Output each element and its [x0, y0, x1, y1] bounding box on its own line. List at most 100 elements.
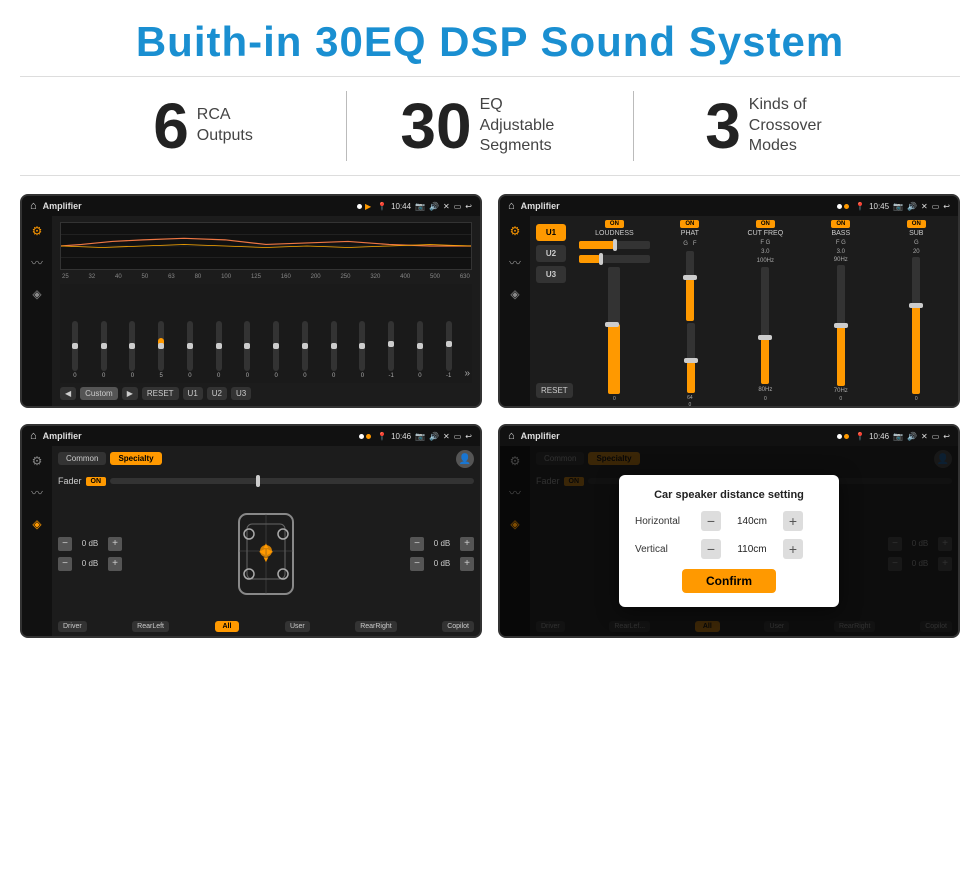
dialog-vertical-row: Vertical − 110cm +	[635, 539, 823, 559]
freq-32: 32	[89, 274, 96, 280]
freq-200: 200	[311, 274, 321, 280]
preset-reset[interactable]: RESET	[536, 383, 573, 398]
dialog-horizontal-minus[interactable]: −	[701, 511, 721, 531]
dialog-vertical-plus[interactable]: +	[783, 539, 803, 559]
sp1-rearleft-btn[interactable]: RearLeft	[132, 621, 169, 632]
sp1-rt-minus[interactable]: −	[410, 537, 424, 551]
sp1-all-btn[interactable]: All	[215, 621, 240, 632]
sp1-avatar[interactable]: 👤	[456, 450, 474, 468]
home-icon-sp2[interactable]: ⌂	[508, 430, 515, 442]
sp1-rb-minus[interactable]: −	[410, 557, 424, 571]
home-icon-crossover[interactable]: ⌂	[508, 200, 515, 212]
back-icon-sp2[interactable]: ↩	[943, 432, 950, 441]
preset-u1[interactable]: U1	[536, 224, 566, 241]
dialog-horizontal-plus[interactable]: +	[783, 511, 803, 531]
sp1-rearright-btn[interactable]: RearRight	[355, 621, 397, 632]
stat-crossover: 3 Kinds ofCrossover Modes	[634, 94, 920, 158]
eq-u1-btn[interactable]: U1	[183, 387, 203, 400]
slider-12[interactable]: 0	[407, 321, 433, 379]
freq-125: 125	[251, 274, 261, 280]
sp1-tab-common[interactable]: Common	[58, 452, 106, 465]
sp1-lb-minus[interactable]: −	[58, 557, 72, 571]
appname-sp1: Amplifier	[43, 431, 353, 441]
eq-custom-btn[interactable]: Custom	[80, 387, 118, 400]
sp1-rt-plus[interactable]: +	[460, 537, 474, 551]
slider-7[interactable]: 0	[263, 321, 289, 379]
toggle-bass[interactable]: ON	[831, 220, 850, 228]
slider-11[interactable]: -1	[378, 321, 404, 379]
v-track-g[interactable]	[686, 251, 694, 321]
val-bass-0: 0	[839, 396, 842, 402]
slider-1[interactable]: 0	[91, 321, 117, 379]
eq-next-btn[interactable]: ▶	[122, 387, 138, 400]
preset-u3[interactable]: U3	[536, 266, 566, 283]
h-slider-loudness[interactable]	[579, 241, 650, 249]
sp1-user-btn[interactable]: User	[285, 621, 310, 632]
toggle-sub[interactable]: ON	[907, 220, 926, 228]
sp1-sidebar-speaker[interactable]: ◈	[32, 517, 41, 531]
slider-6[interactable]: 0	[235, 321, 261, 379]
close-icon: ✕	[443, 202, 450, 211]
expand-icon-eq[interactable]: »	[465, 368, 471, 379]
slider-0[interactable]: 0	[62, 321, 88, 379]
back-icon-sp1[interactable]: ↩	[465, 432, 472, 441]
slider-2[interactable]: 0	[120, 321, 146, 379]
cross-sidebar-wave[interactable]: 〰	[509, 254, 521, 271]
pin-icon-sp1: 📍	[377, 432, 387, 441]
freq-630: 630	[460, 274, 470, 280]
h-slider-loudness2[interactable]	[579, 255, 650, 263]
freq-100: 100	[221, 274, 231, 280]
eq-sidebar-speaker[interactable]: ◈	[32, 287, 41, 301]
slider-5[interactable]: 0	[206, 321, 232, 379]
sp1-lt-plus[interactable]: +	[108, 537, 122, 551]
home-icon-eq[interactable]: ⌂	[30, 200, 37, 212]
crossover-status-dots	[837, 201, 850, 211]
v-track-f[interactable]	[687, 323, 695, 393]
sp1-rb-plus[interactable]: +	[460, 557, 474, 571]
cross-sidebar-eq[interactable]: ⚙	[510, 224, 521, 238]
sp1-lt-minus[interactable]: −	[58, 537, 72, 551]
eq-status-icons: 📍 10:44 📷 🔊 ✕ ▭ ↩	[377, 202, 472, 211]
freq-400: 400	[400, 274, 410, 280]
sp1-copilot-btn[interactable]: Copilot	[442, 621, 474, 632]
sp1-sidebar-eq[interactable]: ⚙	[32, 454, 43, 468]
slider-13[interactable]: -1	[436, 321, 462, 379]
home-icon-sp1[interactable]: ⌂	[30, 430, 37, 442]
toggle-phat[interactable]: ON	[680, 220, 699, 228]
eq-u2-btn[interactable]: U2	[207, 387, 227, 400]
slider-9[interactable]: 0	[321, 321, 347, 379]
slider-8[interactable]: 0	[292, 321, 318, 379]
slider-4[interactable]: 0	[177, 321, 203, 379]
val-phat-64: 64	[687, 395, 693, 401]
sp1-tab-specialty[interactable]: Specialty	[110, 452, 161, 465]
dialog-confirm-button[interactable]: Confirm	[682, 569, 776, 593]
toggle-cutfreq[interactable]: ON	[756, 220, 775, 228]
toggle-loudness[interactable]: ON	[605, 220, 624, 228]
v-track-loudness[interactable]	[608, 267, 620, 394]
sp1-fader-slider[interactable]	[110, 478, 474, 484]
eq-graph	[60, 222, 472, 270]
sp1-fader-toggle[interactable]: ON	[86, 477, 107, 486]
back-icon-eq[interactable]: ↩	[465, 202, 472, 211]
sp1-sidebar-wave[interactable]: 〰	[31, 484, 43, 501]
freq-63: 63	[168, 274, 175, 280]
eq-u3-btn[interactable]: U3	[231, 387, 251, 400]
cross-sidebar-speaker[interactable]: ◈	[510, 287, 519, 301]
v-track-cutfreq[interactable]	[761, 267, 769, 384]
back-icon-cross[interactable]: ↩	[943, 202, 950, 211]
eq-sidebar-wave[interactable]: 〰	[31, 254, 43, 271]
slider-10[interactable]: 0	[350, 321, 376, 379]
v-track-bass[interactable]	[837, 265, 845, 386]
bass-labels: F G	[836, 240, 846, 246]
eq-reset-btn[interactable]: RESET	[142, 387, 179, 400]
sp1-driver-btn[interactable]: Driver	[58, 621, 87, 632]
sp1-rt-val: 0 dB	[427, 539, 457, 548]
preset-u2[interactable]: U2	[536, 245, 566, 262]
freq-40: 40	[115, 274, 122, 280]
dialog-vertical-minus[interactable]: −	[701, 539, 721, 559]
eq-sidebar-eq[interactable]: ⚙	[32, 224, 43, 238]
v-track-sub[interactable]	[912, 257, 920, 394]
sp1-lb-plus[interactable]: +	[108, 557, 122, 571]
eq-prev-btn[interactable]: ◀	[60, 387, 76, 400]
slider-3[interactable]: 5	[148, 321, 174, 379]
